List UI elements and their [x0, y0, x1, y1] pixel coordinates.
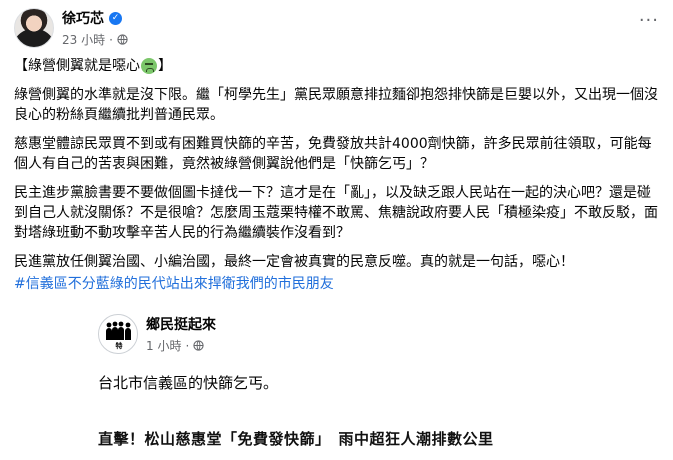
time-separator: · [109, 32, 113, 47]
shared-image[interactable]: 直擊！松山慈惠堂「免費發快篩」 雨中超狂人潮排數公里 [84, 412, 644, 460]
post-header: 徐巧芯 ✓ 23 小時 · [14, 6, 128, 50]
facebook-post: 徐巧芯 ✓ 23 小時 · ··· 【綠營側翼就是噁心 】 綠營側翼的水準就是沒… [0, 0, 673, 460]
author-name-row: 徐巧芯 ✓ [62, 8, 128, 28]
paragraph-4: 民進黨放任側翼治國、小編治國，最終一定會被真實的民意反噬。真的就是一句話，噁心！ [14, 254, 574, 270]
globe-icon [117, 34, 128, 45]
paragraph-1: 綠營側翼的水準就是沒下限。繼「柯學先生」黨民眾願意排拉麵卻抱怨排快篩是巨嬰以外，… [14, 87, 658, 123]
post-title-text: 【綠營側翼就是噁心 [14, 58, 140, 74]
hashtag-link[interactable]: #信義區不分藍綠的民代站出來捍衛我們的市民朋友 [14, 274, 662, 294]
post-body: 【綠營側翼就是噁心 】 綠營側翼的水準就是沒下限。繼「柯學先生」黨民眾願意排拉麵… [14, 56, 662, 294]
shared-page-name[interactable]: 鄉民挺起來 [146, 314, 216, 334]
post-title-close: 】 [158, 58, 172, 74]
shared-timestamp[interactable]: 1 小時 [146, 337, 181, 354]
page-logo-avatar[interactable]: 特 [98, 314, 138, 354]
author-avatar[interactable] [14, 8, 54, 48]
more-options-icon[interactable]: ··· [639, 10, 659, 31]
page-logo-tag: 特 [115, 342, 123, 350]
shared-post[interactable]: 特 鄉民挺起來 1 小時 · 台北市信義區的快篩乞丐。 直擊！松山慈惠堂「免費發… [84, 304, 644, 460]
shared-image-headline: 直擊！松山慈惠堂「免費發快篩」 雨中超狂人潮排數公里 [98, 430, 494, 448]
author-meta: 徐巧芯 ✓ 23 小時 · [62, 8, 128, 48]
nauseated-face-icon [141, 58, 157, 74]
paragraph-2: 慈惠堂體諒民眾買不到或有困難買快篩的辛苦，免費發放共計4000劑快篩，許多民眾前… [14, 136, 652, 172]
globe-icon [193, 340, 204, 351]
shared-post-text: 台北市信義區的快篩乞丐。 [98, 374, 279, 392]
post-time-row: 23 小時 · [62, 31, 128, 48]
shared-post-meta: 鄉民挺起來 1 小時 · [146, 314, 216, 354]
shared-time-separator: · [185, 338, 190, 353]
paragraph-3: 民主進步黨臉書要不要做個圖卡撻伐一下？這才是在「亂」，以及缺乏跟人民站在一起的決… [14, 185, 658, 241]
post-title: 【綠營側翼就是噁心 】 [14, 56, 662, 76]
post-timestamp[interactable]: 23 小時 [62, 31, 105, 48]
shared-time-row: 1 小時 · [146, 337, 216, 354]
shared-post-header: 特 鄉民挺起來 1 小時 · [98, 314, 216, 354]
verified-badge-icon: ✓ [109, 11, 122, 25]
crowd-icon [106, 321, 131, 340]
author-name[interactable]: 徐巧芯 [62, 8, 104, 28]
